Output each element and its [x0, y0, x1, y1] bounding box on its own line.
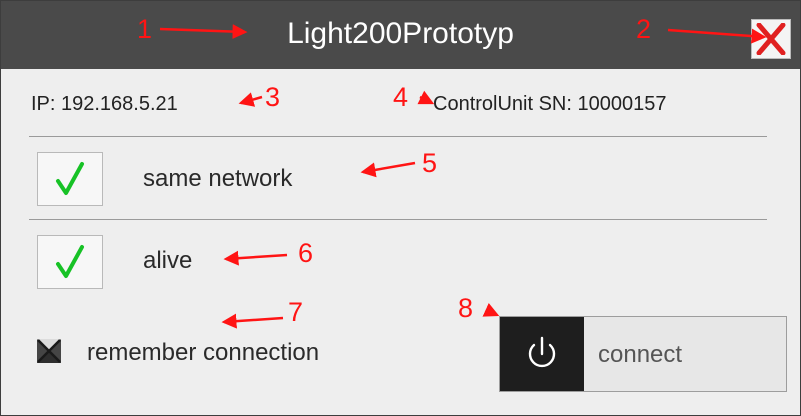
annotation-arrow	[360, 161, 416, 178]
annotation-number: 8	[458, 293, 474, 323]
annotation-number: 6	[298, 238, 314, 268]
annotation-number: 3	[265, 82, 281, 112]
annotation-number: 5	[422, 148, 438, 178]
annotation-arrow	[238, 92, 263, 107]
annotation-arrow	[223, 250, 288, 266]
annotation-arrow	[159, 24, 248, 40]
annotation-number: 4	[393, 82, 409, 112]
annotation-arrows	[159, 24, 767, 329]
annotation-arrow	[417, 90, 435, 105]
annotation-arrow	[482, 302, 500, 317]
annotation-arrow	[667, 28, 767, 44]
annotation-number: 7	[288, 297, 304, 327]
annotation-arrow	[221, 313, 284, 329]
annotation-number: 2	[636, 14, 652, 44]
annotation-number: 1	[137, 14, 153, 44]
